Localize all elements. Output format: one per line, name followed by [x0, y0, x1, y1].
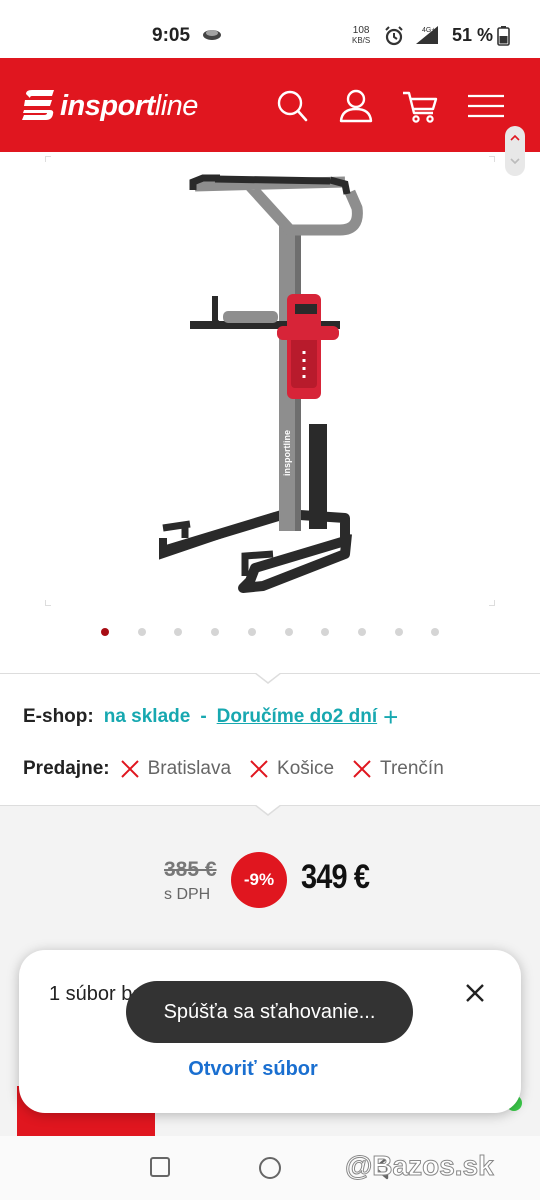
carousel-dots	[0, 626, 540, 638]
eshop-label: E-shop:	[23, 706, 94, 727]
store-bratislava: Bratislava	[120, 758, 231, 780]
logo-mark-icon	[22, 90, 54, 120]
network-speed: 108 KB/S	[352, 25, 371, 46]
recents-button[interactable]	[150, 1157, 170, 1177]
svg-text:insportline: insportline	[282, 430, 292, 476]
cloud-icon	[203, 30, 221, 40]
frame-corner	[489, 600, 495, 606]
old-price: 385 €	[164, 858, 217, 881]
battery-icon	[497, 26, 510, 46]
carousel-dot[interactable]	[394, 628, 403, 636]
divider-notch-fill	[255, 804, 281, 814]
site-header: insportline	[0, 58, 540, 152]
unavailable-x-icon	[250, 760, 268, 778]
delivery-link[interactable]: Doručíme do2 dní	[217, 706, 377, 728]
scroll-control[interactable]	[505, 126, 525, 176]
eshop-availability: E-shop: na sklade - Doručíme do2 dní +	[23, 704, 398, 730]
plus-icon[interactable]: +	[383, 704, 398, 730]
carousel-dot[interactable]	[247, 628, 256, 636]
carousel-dot[interactable]	[137, 628, 146, 636]
close-icon[interactable]	[463, 981, 487, 1005]
user-icon[interactable]	[336, 86, 376, 126]
store-trencin: Trenčín	[352, 758, 444, 780]
status-time: 9:05	[152, 25, 191, 46]
carousel-dot[interactable]	[431, 628, 440, 636]
menu-icon[interactable]	[466, 86, 506, 126]
separator: -	[200, 706, 207, 727]
watermark: @Bazos.sk	[345, 1150, 495, 1182]
svg-text:4G+: 4G+	[422, 27, 435, 34]
discount-badge: -9%	[231, 852, 287, 908]
product-image[interactable]: insportline	[45, 156, 495, 606]
carousel-dot[interactable]	[321, 628, 330, 636]
store-kosice: Košice	[249, 758, 334, 780]
cart-icon[interactable]	[400, 86, 440, 126]
vat-note: s DPH	[164, 886, 211, 903]
brand-name: insportline	[60, 89, 198, 122]
frame-corner	[45, 600, 51, 606]
alarm-icon	[385, 26, 403, 46]
frame-corner	[45, 156, 51, 162]
unavailable-x-icon	[353, 760, 371, 778]
battery-level: 51 %	[452, 25, 494, 45]
unavailable-x-icon	[120, 760, 139, 778]
stores-availability: Predajne: Bratislava Košice Trenčín	[23, 758, 462, 780]
frame-corner	[489, 156, 495, 162]
chevron-up-down-icon	[510, 134, 520, 165]
power-tower-illustration: insportline	[159, 174, 363, 593]
open-file-button[interactable]: Otvoriť súbor	[19, 1058, 487, 1081]
signal-icon: 4G+	[416, 26, 438, 44]
search-icon[interactable]	[272, 86, 312, 126]
brand-logo[interactable]: insportline	[22, 86, 198, 126]
carousel-dot[interactable]	[211, 628, 220, 636]
stock-status: na sklade	[103, 706, 191, 727]
current-price: 349 €	[301, 858, 370, 896]
home-button[interactable]	[259, 1157, 281, 1179]
divider-notch-fill	[255, 672, 281, 682]
carousel-dot[interactable]	[101, 628, 109, 636]
download-toast: Spúšťa sa sťahovanie...	[126, 981, 413, 1043]
status-bar: 9:05 108 KB/S 4G+ 51 %	[0, 0, 540, 58]
carousel-dot[interactable]	[174, 628, 183, 636]
carousel-dot[interactable]	[357, 628, 366, 636]
stores-label: Predajne:	[23, 758, 110, 779]
carousel-dot[interactable]	[284, 628, 293, 636]
